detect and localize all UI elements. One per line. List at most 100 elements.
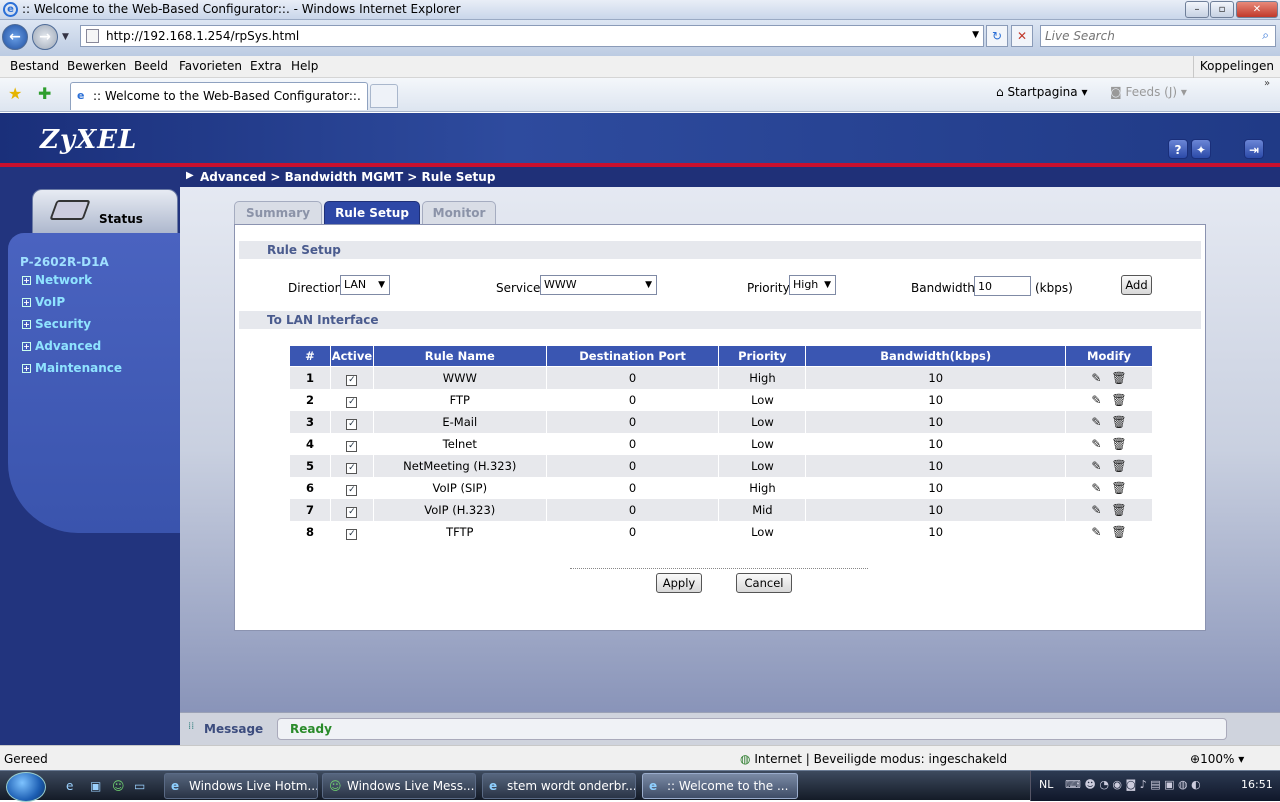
delete-icon[interactable]: 🗑 — [1111, 459, 1126, 473]
home-button[interactable]: ⌂ Startpagina ▾ — [996, 85, 1087, 99]
priority: Low — [719, 433, 806, 455]
status-tab[interactable]: Status — [32, 189, 178, 239]
browser-tab-active[interactable]: e :: Welcome to the Web-Based Configurat… — [70, 82, 368, 110]
logout-icon[interactable]: ⇥ — [1244, 139, 1264, 159]
recent-pages-dropdown-icon[interactable]: ▼ — [62, 32, 69, 42]
forward-button[interactable]: → — [32, 24, 58, 50]
active-checkbox[interactable]: ✓ — [346, 506, 358, 518]
search-input[interactable] — [1045, 28, 1245, 44]
minimize-button[interactable]: – — [1185, 1, 1209, 18]
favorites-star-icon[interactable]: ★ — [8, 84, 22, 103]
edit-icon[interactable]: ✎ — [1091, 481, 1101, 495]
service-label: Service — [496, 281, 541, 295]
active-checkbox[interactable]: ✓ — [346, 462, 358, 474]
search-icon[interactable]: ⌕ — [1262, 28, 1269, 43]
menu-help[interactable]: Help — [291, 59, 318, 73]
delete-icon[interactable]: 🗑 — [1111, 415, 1126, 429]
address-field[interactable]: http://192.168.1.254/rpSys.html ▼ — [80, 25, 984, 47]
taskbar-item-messenger[interactable]: ☺ Windows Live Mess... — [322, 773, 476, 799]
tab-monitor[interactable]: Monitor — [422, 201, 496, 225]
delete-icon[interactable]: 🗑 — [1111, 437, 1126, 451]
add-favorite-icon[interactable]: ✚ — [38, 84, 51, 103]
start-button[interactable] — [6, 772, 46, 802]
links-toolbar[interactable]: Koppelingen — [1192, 56, 1280, 78]
active-checkbox[interactable]: ✓ — [346, 484, 358, 496]
new-tab-button[interactable] — [370, 84, 398, 108]
taskbar-item-hotmail[interactable]: e Windows Live Hotm... — [164, 773, 318, 799]
tab-rule-setup[interactable]: Rule Setup — [324, 201, 420, 225]
rule-name: WWW — [373, 367, 546, 389]
messenger-quicklaunch-icon[interactable]: ☺ — [112, 779, 125, 793]
toolbar-chevron-icon[interactable]: » — [1264, 78, 1270, 89]
taskbar-item-stem[interactable]: e stem wordt onderbr... — [482, 773, 636, 799]
show-desktop-icon[interactable]: ▣ — [90, 779, 101, 793]
section-to-lan: To LAN Interface — [239, 311, 1201, 329]
tab-summary[interactable]: Summary — [234, 201, 322, 225]
router-icon — [49, 200, 91, 220]
direction-select[interactable]: LAN ▼ — [340, 275, 390, 295]
delete-icon[interactable]: 🗑 — [1111, 503, 1126, 517]
bandwidth: 10 — [806, 411, 1066, 433]
active-checkbox[interactable]: ✓ — [346, 396, 358, 408]
cancel-button[interactable]: Cancel — [736, 573, 792, 593]
priority-label: Priority — [747, 281, 790, 295]
edit-icon[interactable]: ✎ — [1091, 415, 1101, 429]
edit-icon[interactable]: ✎ — [1091, 393, 1101, 407]
apply-button[interactable]: Apply — [656, 573, 702, 593]
edit-icon[interactable]: ✎ — [1091, 459, 1101, 473]
rule-name: VoIP (SIP) — [373, 477, 546, 499]
menu-favorieten[interactable]: Favorieten — [179, 59, 242, 73]
wizard-icon[interactable]: ✦ — [1191, 139, 1211, 159]
table-header-row: # Active Rule Name Destination Port Prio… — [290, 346, 1152, 367]
security-zone[interactable]: ◍ Internet | Beveiligde modus: ingeschak… — [740, 752, 1007, 766]
sidebar-item-voip[interactable]: + VoIP — [22, 295, 65, 309]
language-indicator[interactable]: NL — [1039, 778, 1053, 791]
ie-logo-icon: e — [3, 2, 18, 17]
sidebar-item-security[interactable]: + Security — [22, 317, 91, 331]
address-dropdown-icon[interactable]: ▼ — [972, 30, 979, 40]
feeds-button[interactable]: ◙ Feeds (J) ▾ — [1110, 85, 1187, 99]
refresh-button[interactable]: ↻ — [986, 25, 1008, 47]
menu-extra[interactable]: Extra — [250, 59, 282, 73]
menu-bestand[interactable]: Bestand — [10, 59, 59, 73]
active-checkbox[interactable]: ✓ — [346, 440, 358, 452]
add-button[interactable]: Add — [1121, 275, 1152, 295]
sidebar-item-advanced[interactable]: + Advanced — [22, 339, 101, 353]
priority-select[interactable]: High ▼ — [789, 275, 836, 295]
help-icon[interactable]: ? — [1168, 139, 1188, 159]
col-number: # — [290, 346, 330, 367]
delete-icon[interactable]: 🗑 — [1111, 525, 1126, 539]
search-box[interactable]: ⌕ — [1040, 25, 1276, 47]
service-select[interactable]: WWW ▼ — [540, 275, 657, 295]
chevron-down-icon: ▼ — [645, 280, 652, 290]
menu-beeld[interactable]: Beeld — [134, 59, 168, 73]
edit-icon[interactable]: ✎ — [1091, 503, 1101, 517]
maximize-button[interactable]: ▫ — [1210, 1, 1234, 18]
tray-icons[interactable]: ⌨ ☻ ◔ ◉ ◙ ♪ ▤ ▣ ◍ ◐ — [1065, 778, 1201, 791]
menu-bewerken[interactable]: Bewerken — [67, 59, 126, 73]
bandwidth-input[interactable] — [974, 276, 1031, 296]
edit-icon[interactable]: ✎ — [1091, 525, 1101, 539]
rule-number: 1 — [290, 367, 330, 389]
zoom-control[interactable]: ⊕100% ▾ — [1190, 752, 1244, 766]
sidebar: Status — [0, 167, 180, 745]
edit-icon[interactable]: ✎ — [1091, 437, 1101, 451]
ie-quicklaunch-icon[interactable]: e — [66, 779, 73, 793]
sidebar-item-maintenance[interactable]: + Maintenance — [22, 361, 122, 375]
delete-icon[interactable]: 🗑 — [1111, 393, 1126, 407]
priority: Low — [719, 389, 806, 411]
bandwidth: 10 — [806, 433, 1066, 455]
active-checkbox[interactable]: ✓ — [346, 418, 358, 430]
delete-icon[interactable]: 🗑 — [1111, 371, 1126, 385]
close-window-button[interactable]: ✕ — [1236, 1, 1278, 18]
back-button[interactable]: ← — [2, 24, 28, 50]
switch-windows-icon[interactable]: ▭ — [134, 779, 145, 793]
sidebar-item-network[interactable]: + Network — [22, 273, 92, 287]
taskbar-item-configurator[interactable]: e:: Welcome to the ... — [642, 773, 798, 799]
clock[interactable]: 16:51 — [1241, 778, 1273, 791]
stop-button[interactable]: ✕ — [1011, 25, 1033, 47]
active-checkbox[interactable]: ✓ — [346, 374, 358, 386]
edit-icon[interactable]: ✎ — [1091, 371, 1101, 385]
delete-icon[interactable]: 🗑 — [1111, 481, 1126, 495]
active-checkbox[interactable]: ✓ — [346, 528, 358, 540]
